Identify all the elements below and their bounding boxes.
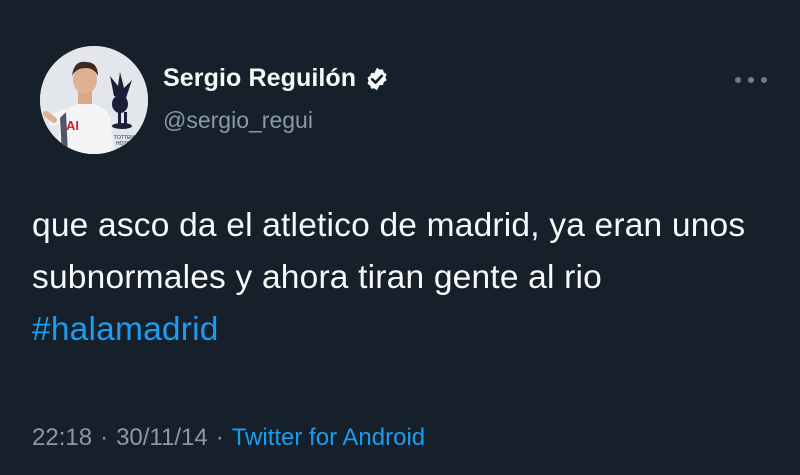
tweet-source-link[interactable]: Twitter for Android: [232, 424, 425, 451]
tweet-text: que asco da el atletico de madrid, ya er…: [32, 200, 782, 356]
tweet-metadata: 22:18 · 30/11/14 · Twitter for Android: [32, 424, 425, 452]
tweet-text-content: que asco da el atletico de madrid, ya er…: [32, 207, 746, 296]
hashtag-link[interactable]: #halamadrid: [32, 311, 219, 348]
meta-separator: ·: [100, 424, 109, 451]
tweet-card: TOTTENHAM HOTSPUR AI Sergio Reguilón @se…: [0, 0, 800, 475]
more-dot: [748, 77, 754, 83]
tweet-time[interactable]: 22:18: [32, 424, 92, 451]
more-options-icon[interactable]: [735, 70, 767, 90]
avatar-photo-icon: TOTTENHAM HOTSPUR AI: [40, 46, 148, 154]
author-handle[interactable]: @sergio_regui: [163, 107, 313, 134]
meta-separator: ·: [215, 424, 224, 451]
author-display-name[interactable]: Sergio Reguilón: [163, 64, 356, 93]
svg-text:HOTSPUR: HOTSPUR: [116, 141, 141, 147]
author-avatar[interactable]: TOTTENHAM HOTSPUR AI: [40, 46, 148, 154]
author-name-row: Sergio Reguilón: [163, 64, 390, 93]
verified-badge-icon: [364, 66, 390, 92]
tweet-date[interactable]: 30/11/14: [116, 424, 208, 451]
svg-text:AI: AI: [66, 118, 79, 133]
more-dot: [735, 77, 741, 83]
more-dot: [761, 77, 767, 83]
